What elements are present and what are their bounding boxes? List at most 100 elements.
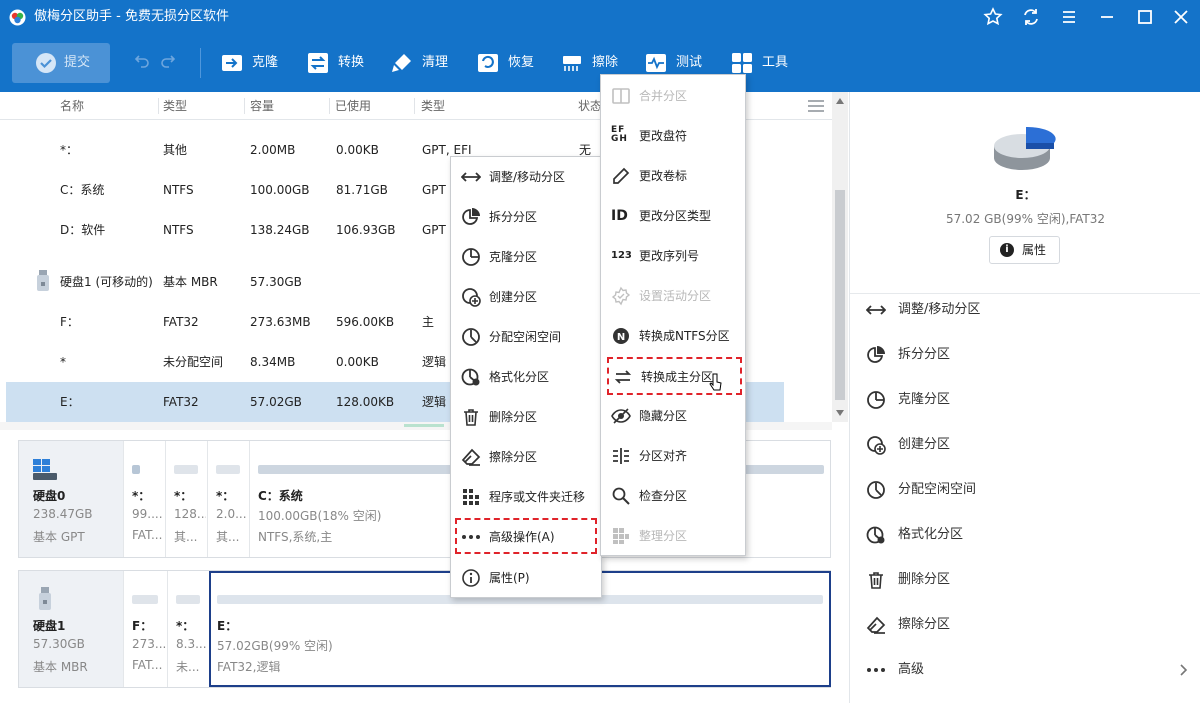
selected-drive: E： <box>1015 188 1036 202</box>
menu-set-active[interactable]: 设置活动分区 <box>601 276 745 316</box>
action-clone[interactable]: 克隆分区 <box>866 380 1196 420</box>
col-status[interactable]: 状态 <box>578 92 602 120</box>
allocate-space-icon <box>461 327 481 347</box>
close-icon[interactable] <box>1170 6 1192 28</box>
cell-capacity: 57.30GB <box>250 275 302 289</box>
menu-advanced-highlighted[interactable]: 高级操作(A) <box>455 518 597 554</box>
partition-block[interactable]: *： 99.... FAT... <box>123 441 165 557</box>
action-split[interactable]: 拆分分区 <box>866 335 1196 375</box>
col-capacity[interactable]: 容量 <box>250 92 274 120</box>
partition-block[interactable]: *： 128... 其... <box>165 441 207 557</box>
menu-split[interactable]: 拆分分区 <box>451 197 601 237</box>
column-divider <box>158 98 159 114</box>
menu-convert-ntfs[interactable]: N 转换成NTFS分区 <box>601 316 745 356</box>
cell-fs-type: GPT <box>422 223 446 237</box>
partition-fs: FAT32,逻辑 <box>217 660 281 674</box>
menu-icon[interactable] <box>1058 6 1080 28</box>
vertical-scrollbar[interactable] <box>832 92 848 422</box>
recover-button[interactable]: 恢复 <box>476 43 546 83</box>
partition-block[interactable]: F： 273.... FAT... <box>123 571 167 687</box>
menu-change-label[interactable]: 更改卷标 <box>601 156 745 196</box>
clone-button[interactable]: 克隆 <box>220 43 290 83</box>
cell-name: * <box>60 355 66 369</box>
menu-change-serial[interactable]: 123 更改序列号 <box>601 236 745 276</box>
partition-size: 2.0... <box>216 507 247 521</box>
menu-merge-partitions[interactable]: 合并分区 <box>601 76 745 116</box>
maximize-icon[interactable] <box>1134 6 1156 28</box>
partition-name: *： <box>174 489 193 503</box>
test-icon <box>644 51 668 75</box>
cell-type: 其他 <box>163 143 188 157</box>
menu-item-label: 擦除分区 <box>489 450 538 464</box>
menu-app-migration[interactable]: 程序或文件夹迁移 <box>451 477 601 517</box>
menu-wipe[interactable]: 擦除分区 <box>451 437 601 477</box>
menu-clone[interactable]: 克隆分区 <box>451 237 601 277</box>
cell-type: 基本 MBR <box>163 275 218 289</box>
cell-capacity: 273.63MB <box>250 315 311 329</box>
disk1-info[interactable]: 硬盘1 57.30GB 基本 MBR <box>19 571 123 687</box>
undo-icon[interactable] <box>134 53 150 69</box>
cell-capacity: 100.00GB <box>250 183 310 197</box>
split-pie-icon <box>461 207 481 227</box>
action-create[interactable]: 创建分区 <box>866 425 1196 465</box>
partition-usage-bar <box>176 595 200 604</box>
menu-item-label: 设置活动分区 <box>639 289 712 303</box>
redo-icon[interactable] <box>160 53 176 69</box>
menu-delete[interactable]: 删除分区 <box>451 397 601 437</box>
action-format[interactable]: 格式化分区 <box>866 515 1196 555</box>
column-divider <box>329 98 330 114</box>
ntfs-icon: N <box>611 326 631 346</box>
menu-item-label: 克隆分区 <box>489 250 538 264</box>
menu-hide-partition[interactable]: 隐藏分区 <box>601 396 745 436</box>
clean-button[interactable]: 清理 <box>390 43 460 83</box>
menu-change-drive-letter[interactable]: EF GH 更改盘符 <box>601 116 745 156</box>
menu-item-label: 更改盘符 <box>639 129 688 143</box>
scroll-thumb[interactable] <box>404 424 444 427</box>
partition-name: E： <box>217 619 238 633</box>
title-bar: 傲梅分区助手 - 免费无损分区软件 <box>0 0 1200 34</box>
star-icon[interactable] <box>982 6 1004 28</box>
menu-defrag-partition[interactable]: 整理分区 <box>601 516 745 556</box>
refresh-icon[interactable] <box>1020 6 1042 28</box>
disk1-style: 基本 MBR <box>33 660 88 674</box>
col-used[interactable]: 已使用 <box>335 92 371 120</box>
partition-block[interactable]: *： 2.0... 其... <box>207 441 249 557</box>
col-fs-type[interactable]: 类型 <box>421 92 445 120</box>
menu-change-partition-type[interactable]: ID 更改分区类型 <box>601 196 745 236</box>
disk0-info[interactable]: 硬盘0 238.47GB 基本 GPT <box>19 441 123 557</box>
partition-fs: 其... <box>216 530 240 544</box>
column-settings-icon[interactable] <box>807 99 825 113</box>
cell-used: 0.00KB <box>336 143 379 157</box>
format-icon <box>461 367 481 387</box>
menu-create[interactable]: 创建分区 <box>451 277 601 317</box>
menu-check-partition[interactable]: 检查分区 <box>601 476 745 516</box>
menu-align-partition[interactable]: 分区对齐 <box>601 436 745 476</box>
menu-format[interactable]: 格式化分区 <box>451 357 601 397</box>
col-name[interactable]: 名称 <box>60 92 84 120</box>
commit-button[interactable]: 提交 <box>12 43 110 83</box>
menu-properties[interactable]: 属性(P) <box>451 558 601 598</box>
action-wipe[interactable]: 擦除分区 <box>866 605 1196 645</box>
merge-icon <box>611 86 631 106</box>
scroll-down-icon[interactable] <box>836 410 844 416</box>
menu-allocate-free-space[interactable]: 分配空闲空间 <box>451 317 601 357</box>
scroll-up-icon[interactable] <box>836 98 844 104</box>
menu-convert-primary-highlighted[interactable]: 转换成主分区 <box>607 357 742 395</box>
menu-item-label: 更改卷标 <box>639 169 688 183</box>
minimize-icon[interactable] <box>1096 6 1118 28</box>
disk0-style: 基本 GPT <box>33 530 85 544</box>
tools-label: 工具 <box>762 55 789 70</box>
menu-resize-move[interactable]: 调整/移动分区 <box>451 157 601 197</box>
action-allocate-free-space[interactable]: 分配空闲空间 <box>866 470 1196 510</box>
cell-used: 81.71GB <box>336 183 388 197</box>
scroll-thumb[interactable] <box>835 190 845 400</box>
convert-button[interactable]: 转换 <box>306 43 376 83</box>
action-resize-move[interactable]: 调整/移动分区 <box>866 290 1196 330</box>
col-type[interactable]: 类型 <box>163 92 187 120</box>
action-advanced[interactable]: 高级 <box>866 650 1196 690</box>
action-delete[interactable]: 删除分区 <box>866 560 1196 600</box>
clone-partition-icon <box>461 247 481 267</box>
usb-drive-icon <box>39 587 51 611</box>
properties-button[interactable]: i 属性 <box>989 236 1060 264</box>
partition-block[interactable]: *： 8.3... 未... <box>167 571 209 687</box>
